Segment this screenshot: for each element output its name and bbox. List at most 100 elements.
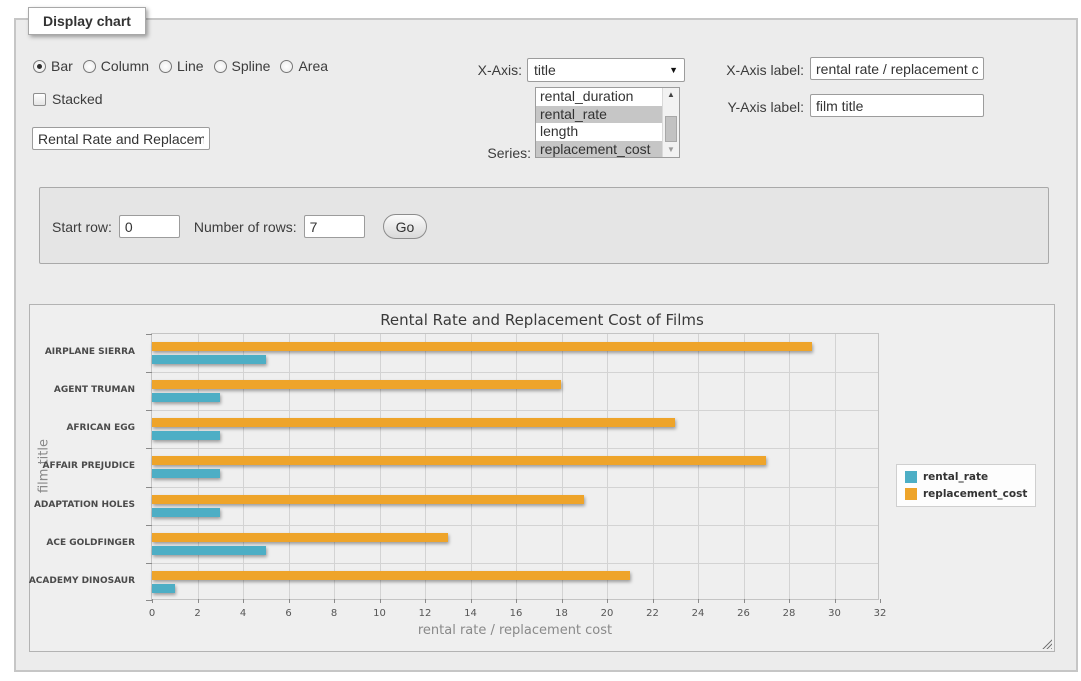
bar-rental_rate[interactable] (152, 355, 266, 364)
y-category-label: AIRPLANE SIERRA (30, 333, 143, 371)
x-tick-label: 6 (285, 608, 291, 619)
row-controls-panel: Start row: Number of rows: Go (39, 187, 1049, 264)
start-row-label: Start row: (52, 219, 112, 235)
bar-replacement_cost[interactable] (152, 342, 812, 351)
number-of-rows-input[interactable] (304, 215, 365, 238)
y-axis-label-input[interactable] (810, 94, 984, 117)
legend-label: rental_rate (923, 471, 988, 483)
bar-replacement_cost[interactable] (152, 456, 766, 465)
chart-type-radio-area[interactable]: Area (280, 58, 328, 74)
radio-icon[interactable] (33, 60, 46, 73)
bar-replacement_cost[interactable] (152, 418, 675, 427)
x-axis-label-label: X-Axis label: (704, 62, 804, 78)
y-axis-label-label: Y-Axis label: (704, 99, 804, 115)
x-tick-label: 12 (419, 608, 432, 619)
bar-rental_rate[interactable] (152, 508, 220, 517)
chart-y-axis-labels: AIRPLANE SIERRAAGENT TRUMANAFRICAN EGGAF… (30, 333, 143, 600)
radio-icon[interactable] (214, 60, 227, 73)
legend-swatch (905, 471, 917, 483)
bar-rental_rate[interactable] (152, 584, 175, 593)
x-tick-label: 24 (692, 608, 705, 619)
bar-rental_rate[interactable] (152, 546, 266, 555)
radio-icon[interactable] (280, 60, 293, 73)
bar-group (152, 334, 878, 372)
x-axis-selected-value: title (534, 62, 556, 78)
chart-title-input[interactable] (32, 127, 210, 150)
y-category-label: AGENT TRUMAN (30, 371, 143, 409)
y-category-label: AFRICAN EGG (30, 409, 143, 447)
scroll-up-icon[interactable]: ▲ (663, 88, 679, 102)
x-tick-label: 26 (737, 608, 750, 619)
bar-group (152, 525, 878, 563)
chart-type-radio-line[interactable]: Line (159, 58, 203, 74)
x-tick-label: 28 (783, 608, 796, 619)
x-axis-select[interactable]: title ▼ (527, 58, 685, 82)
radio-label: Bar (51, 58, 73, 74)
go-button[interactable]: Go (383, 214, 428, 239)
bar-replacement_cost[interactable] (152, 495, 584, 504)
x-tick-label: 18 (555, 608, 568, 619)
chart-title: Rental Rate and Replacement Cost of Film… (30, 311, 1054, 329)
bar-group (152, 487, 878, 525)
x-tick-label: 16 (510, 608, 523, 619)
panel-legend: Display chart (28, 7, 146, 35)
chart-container: Rental Rate and Replacement Cost of Film… (29, 304, 1055, 652)
chart-type-radio-spline[interactable]: Spline (214, 58, 271, 74)
series-options: rental_durationrental_ratelengthreplacem… (536, 88, 662, 157)
series-list-label: Series: (456, 145, 531, 161)
x-tick-label: 4 (240, 608, 246, 619)
scrollbar-thumb[interactable] (665, 116, 677, 142)
stacked-label: Stacked (52, 91, 103, 107)
bar-group (152, 563, 878, 601)
legend-item-rental_rate[interactable]: rental_rate (905, 471, 1027, 483)
series-option-replacement_cost[interactable]: replacement_cost (536, 141, 662, 158)
plot-area: 02468101214161820222426283032 (151, 333, 879, 600)
legend-label: replacement_cost (923, 488, 1027, 500)
x-tick-label: 2 (194, 608, 200, 619)
radio-label: Line (177, 58, 203, 74)
legend-swatch (905, 488, 917, 500)
checkbox-icon[interactable] (33, 93, 46, 106)
x-tick-label: 0 (149, 608, 155, 619)
display-chart-panel: BarColumnLineSplineArea Stacked X-Axis: … (14, 18, 1078, 672)
series-option-rental_duration[interactable]: rental_duration (536, 88, 662, 106)
x-tick-label: 20 (601, 608, 614, 619)
start-row-input[interactable] (119, 215, 180, 238)
series-scrollbar[interactable]: ▲ ▼ (662, 88, 679, 157)
chart-legend: rental_rate replacement_cost (896, 464, 1036, 507)
chart-x-axis-title: rental rate / replacement cost (151, 623, 879, 638)
y-category-label: ADAPTATION HOLES (30, 486, 143, 524)
y-category-label: ACE GOLDFINGER (30, 524, 143, 562)
bar-replacement_cost[interactable] (152, 533, 448, 542)
bar-rental_rate[interactable] (152, 469, 220, 478)
chart-type-radios: Bar Column Line Spline Area (33, 58, 338, 74)
radio-label: Spline (232, 58, 271, 74)
series-option-rental_rate[interactable]: rental_rate (536, 106, 662, 124)
chart-type-radio-bar[interactable]: Bar (33, 58, 73, 74)
stacked-checkbox[interactable]: Stacked (33, 91, 103, 107)
x-tick-label: 14 (464, 608, 477, 619)
radio-icon[interactable] (83, 60, 96, 73)
radio-icon[interactable] (159, 60, 172, 73)
y-category-label: AFFAIR PREJUDICE (30, 447, 143, 485)
number-of-rows-label: Number of rows: (194, 219, 297, 235)
bar-group (152, 410, 878, 448)
x-tick-label: 30 (828, 608, 841, 619)
scroll-down-icon[interactable]: ▼ (663, 143, 679, 157)
x-axis-select-label: X-Axis: (452, 62, 522, 78)
bar-replacement_cost[interactable] (152, 571, 630, 580)
chart-type-radio-column[interactable]: Column (83, 58, 149, 74)
resize-handle-icon[interactable] (1040, 637, 1052, 649)
series-option-length[interactable]: length (536, 123, 662, 141)
bar-rental_rate[interactable] (152, 431, 220, 440)
x-axis-label-input[interactable] (810, 57, 984, 80)
radio-label: Area (298, 58, 328, 74)
bar-rental_rate[interactable] (152, 393, 220, 402)
legend-item-replacement_cost[interactable]: replacement_cost (905, 488, 1027, 500)
x-tick-label: 10 (373, 608, 386, 619)
x-tick-label: 32 (874, 608, 887, 619)
series-listbox[interactable]: rental_durationrental_ratelengthreplacem… (535, 87, 680, 158)
bar-replacement_cost[interactable] (152, 380, 561, 389)
y-category-label: ACADEMY DINOSAUR (30, 562, 143, 600)
radio-label: Column (101, 58, 149, 74)
